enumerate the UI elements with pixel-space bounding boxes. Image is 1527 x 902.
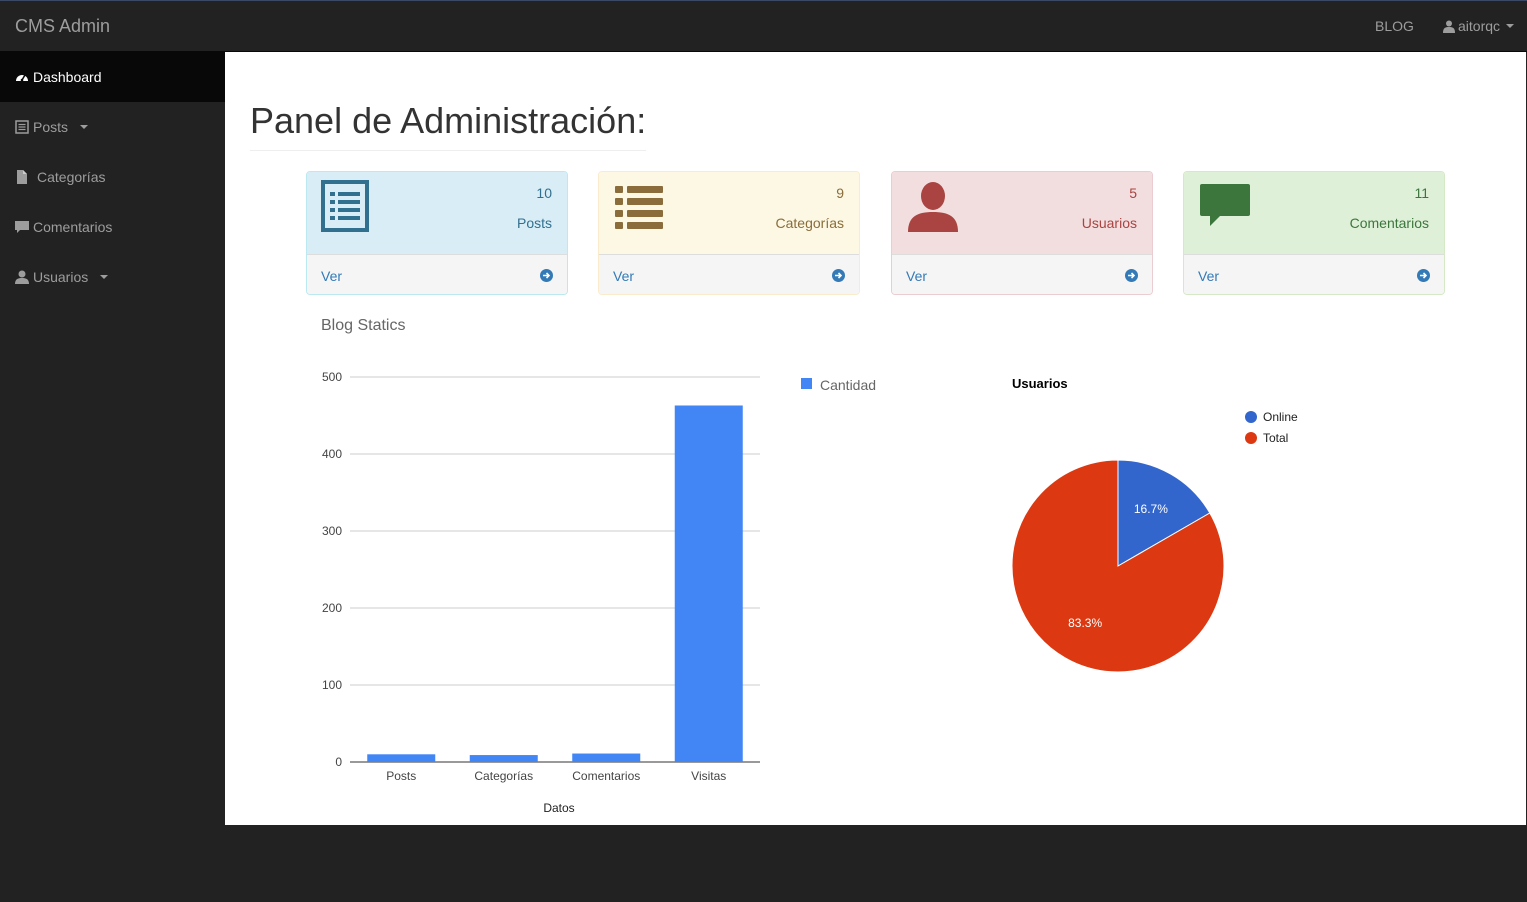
y-tick-label: 400	[322, 447, 342, 461]
pie-slice	[1117, 459, 1211, 567]
pie-percent-label: 83.3%	[1068, 616, 1102, 630]
legend-dot	[1245, 432, 1257, 444]
comment-icon	[15, 221, 29, 233]
brand-link[interactable]: CMS Admin	[15, 16, 110, 37]
comment-icon	[1200, 184, 1250, 226]
caret-down-icon	[1506, 24, 1515, 28]
caret-down-icon	[100, 275, 109, 279]
sidebar: Dashboard Posts Categorías Comentarios U…	[0, 52, 225, 902]
x-tick-label: Comentarios	[572, 769, 640, 783]
sidebar-item-posts[interactable]: Posts	[0, 102, 225, 152]
dashboard-icon	[16, 74, 28, 82]
x-axis-label: Datos	[543, 801, 574, 815]
sidebar-item-label: Dashboard	[33, 69, 102, 85]
y-tick-label: 100	[322, 678, 342, 692]
bar	[572, 753, 641, 762]
sidebar-item-label: Usuarios	[33, 269, 89, 285]
caret-down-icon	[80, 125, 89, 129]
bar	[469, 755, 538, 762]
stat-card-comentarios: 11 Comentarios Ver	[1183, 171, 1445, 295]
user-name: aitorqc	[1458, 18, 1501, 34]
pie-percent-label: 16.7%	[1134, 502, 1168, 516]
card-footer-link[interactable]: Ver	[1184, 254, 1444, 294]
legend-label: Cantidad	[820, 377, 876, 393]
y-tick-label: 200	[322, 601, 342, 615]
card-label: Comentarios	[1349, 215, 1429, 231]
sidebar-item-categorias[interactable]: Categorías	[0, 152, 225, 202]
pie-title: Usuarios	[1012, 376, 1068, 391]
arrow-circle-right-icon[interactable]	[1417, 269, 1430, 282]
bar-chart: 0 100 200 300 400 500 Posts Categorías Comentari…	[322, 370, 876, 815]
blog-link[interactable]: BLOG	[1375, 18, 1414, 34]
sidebar-item-label: Comentarios	[33, 219, 113, 235]
bar	[674, 405, 743, 762]
arrow-circle-right-icon[interactable]	[1125, 269, 1138, 282]
sidebar-item-label: Categorías	[37, 169, 106, 185]
x-tick-label: Visitas	[691, 769, 726, 783]
x-tick-label: Categorías	[474, 769, 533, 783]
pie-slice	[1011, 459, 1225, 673]
card-count: 11	[1414, 185, 1429, 201]
card-count: 5	[1129, 185, 1137, 201]
x-tick-label: Posts	[386, 769, 416, 783]
sidebar-item-usuarios[interactable]: Usuarios	[0, 252, 225, 302]
bar	[367, 754, 436, 762]
card-label: Usuarios	[1081, 215, 1137, 231]
user-menu[interactable]: aitorqc	[1443, 18, 1515, 34]
main-content: Panel de Administración: 10 Posts Ver 9 …	[225, 52, 1526, 825]
sidebar-item-label: Posts	[33, 119, 69, 135]
y-tick-label: 500	[322, 370, 342, 384]
legend-dot	[1245, 411, 1257, 423]
legend-label: Online	[1263, 410, 1298, 424]
sidebar-item-dashboard[interactable]: Dashboard	[0, 52, 225, 102]
legend-swatch	[801, 378, 812, 389]
legend-label: Total	[1263, 431, 1288, 445]
top-navbar: CMS Admin BLOG aitorqc	[0, 0, 1527, 52]
file-icon	[17, 170, 27, 184]
sidebar-item-comentarios[interactable]: Comentarios	[0, 202, 225, 252]
ver-link[interactable]: Ver	[1198, 268, 1219, 284]
user-icon	[15, 270, 29, 284]
user-icon	[1443, 20, 1455, 33]
y-tick-label: 300	[322, 524, 342, 538]
list-alt-icon	[15, 120, 29, 134]
y-tick-label: 0	[335, 755, 342, 769]
